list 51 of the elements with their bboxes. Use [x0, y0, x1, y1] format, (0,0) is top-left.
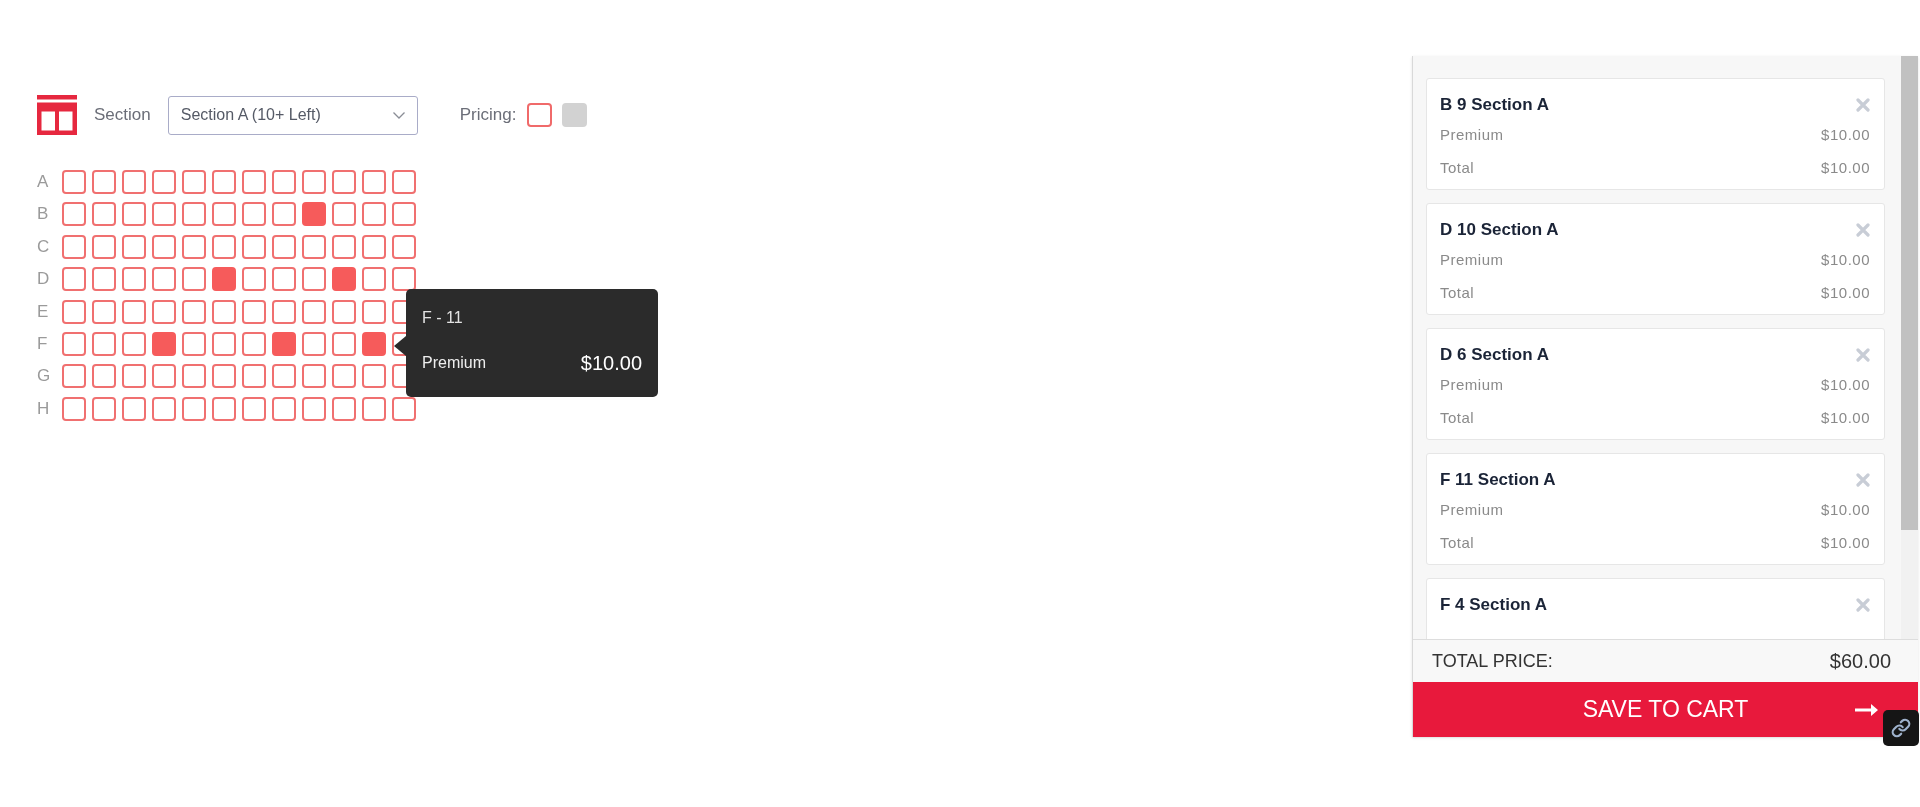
price-label: Total — [1440, 283, 1475, 303]
tooltip-category: Premium — [422, 353, 486, 373]
price-label: Total — [1440, 408, 1475, 428]
section-select[interactable]: Section A (10+ Left) — [167, 95, 418, 135]
price-label: Total — [1440, 158, 1475, 178]
tooltip-price: $10.00 — [580, 351, 642, 376]
row-label: C — [37, 235, 51, 258]
scrollbar-thumb[interactable] — [1901, 56, 1918, 530]
total-value: $60.00 — [1829, 649, 1891, 674]
pricing-label: Pricing: — [459, 104, 517, 127]
link-icon — [1891, 718, 1911, 738]
price-value: $10.00 — [1821, 158, 1870, 178]
row-label: E — [37, 300, 50, 323]
total-label: TOTAL PRICE: — [1432, 649, 1553, 673]
row-label: H — [37, 397, 51, 420]
price-value: $10.00 — [1821, 125, 1870, 145]
cart-item-title: D 10 Section A — [1440, 219, 1559, 241]
price-label: Premium — [1440, 250, 1504, 270]
price-value: $10.00 — [1821, 408, 1870, 428]
price-value: $10.00 — [1821, 533, 1870, 553]
save-to-cart-button[interactable]: SAVE TO CART — [1413, 682, 1918, 737]
cart-item-title: F 4 Section A — [1440, 594, 1548, 616]
price-value: $10.00 — [1821, 375, 1870, 395]
row-label: G — [37, 365, 52, 388]
row-label: B — [37, 203, 50, 226]
close-icon[interactable] — [1856, 598, 1870, 612]
row-label: F — [37, 332, 49, 355]
price-label: Premium — [1440, 125, 1504, 145]
scrollbar[interactable] — [1901, 56, 1918, 639]
chevron-down-icon — [392, 111, 405, 119]
close-icon[interactable] — [1856, 348, 1870, 362]
seat[interactable] — [392, 267, 416, 292]
layout-icon — [37, 95, 77, 135]
arrow-right-icon — [1855, 704, 1878, 716]
section-label: Section — [94, 104, 151, 127]
link-widget-button[interactable] — [1883, 710, 1919, 746]
cart-item-title: B 9 Section A — [1440, 94, 1549, 116]
price-value: $10.00 — [1821, 283, 1870, 303]
close-icon[interactable] — [1856, 98, 1870, 112]
row-label: A — [37, 171, 50, 193]
tooltip-title: F - 11 — [422, 308, 464, 328]
row-label: D — [37, 268, 51, 291]
price-value: $10.00 — [1821, 500, 1870, 520]
price-label: Total — [1440, 533, 1475, 553]
price-label: Premium — [1440, 375, 1504, 395]
close-icon[interactable] — [1856, 223, 1870, 237]
close-icon[interactable] — [1856, 473, 1870, 487]
cart-item-title: F 11 Section A — [1440, 469, 1556, 491]
price-label: Premium — [1440, 500, 1504, 520]
price-value: $10.00 — [1821, 250, 1870, 270]
cart-item-title: D 6 Section A — [1440, 344, 1549, 366]
